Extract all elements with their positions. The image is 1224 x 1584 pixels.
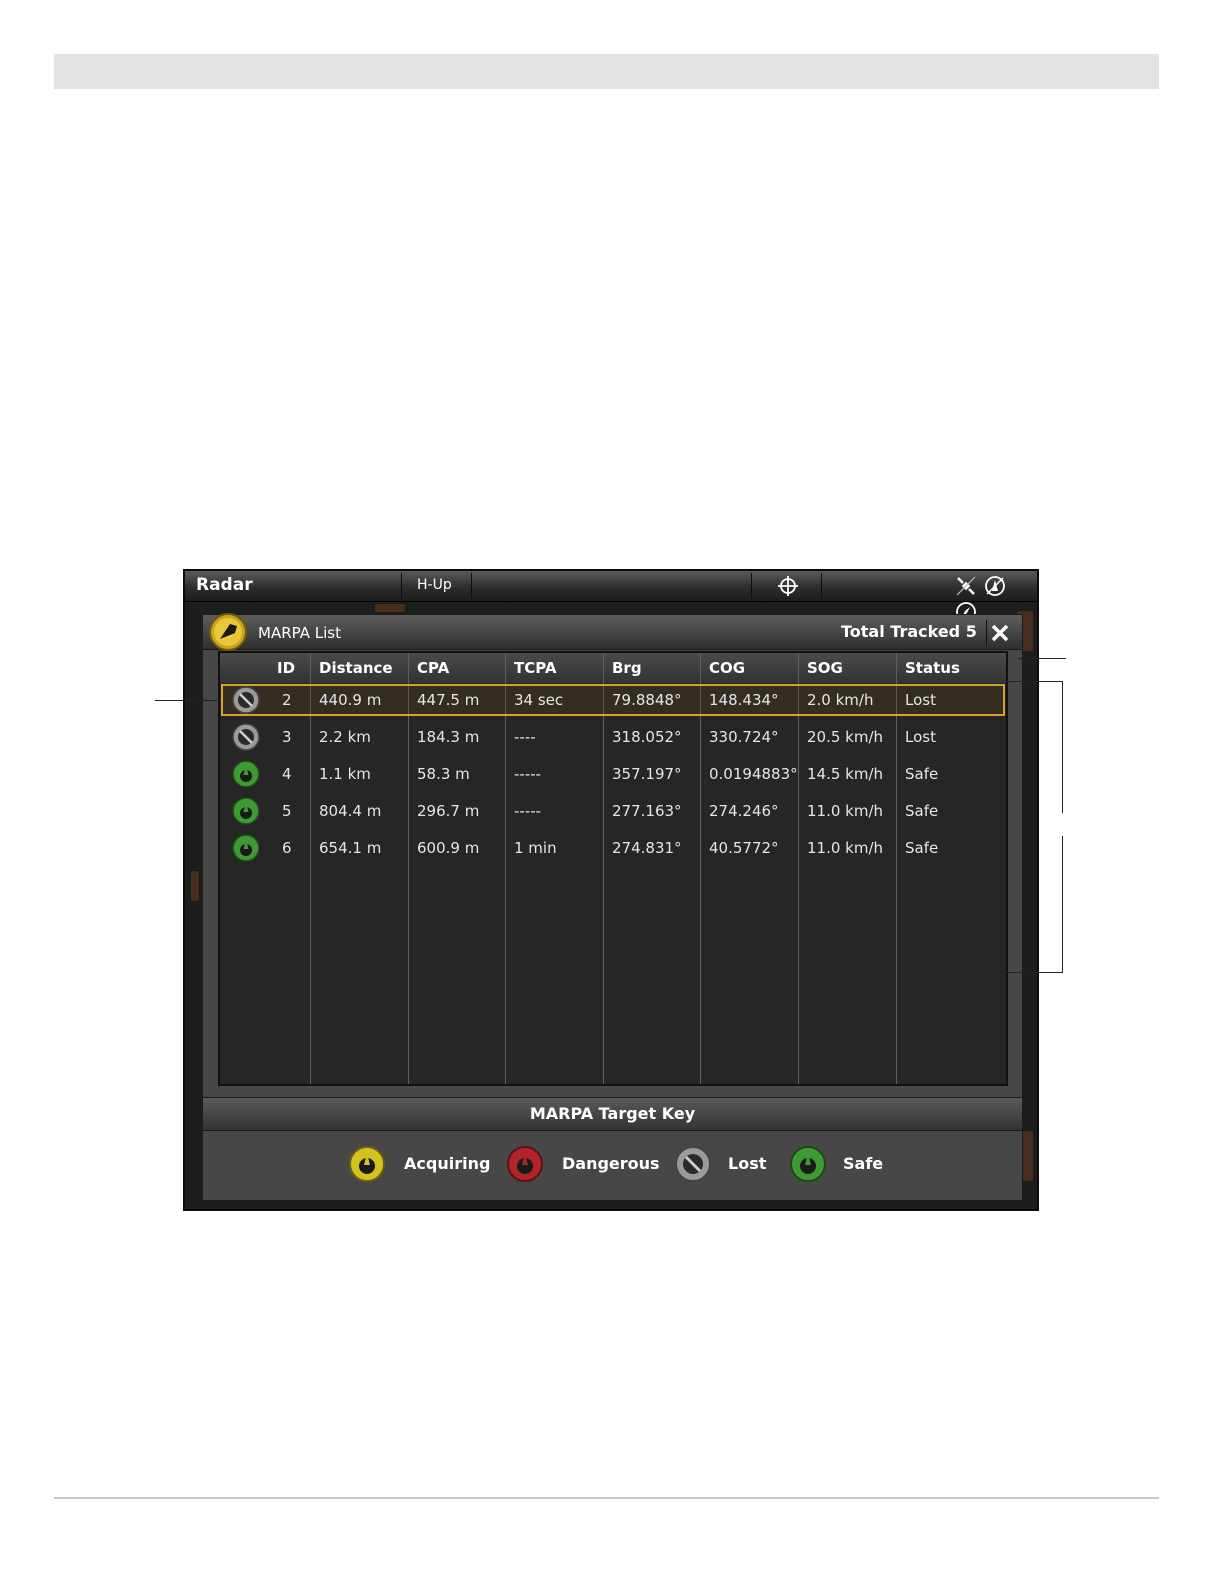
table-row[interactable]: 2 440.9 m 447.5 m 34 sec 79.8848° 148.434° 2.0… <box>220 682 1006 719</box>
cell-cog: 148.434° <box>709 691 779 709</box>
cell-status: Safe <box>905 802 939 820</box>
cell-distance: 654.1 m <box>319 839 382 857</box>
close-icon <box>991 624 1009 642</box>
status-icons <box>955 575 1037 622</box>
col-header-cpa[interactable]: CPA <box>417 659 449 677</box>
cell-brg: 318.052° <box>612 728 682 746</box>
cell-tcpa: ---- <box>514 728 536 746</box>
cell-tcpa: 34 sec <box>514 691 564 709</box>
safe-target-icon <box>232 834 260 862</box>
cell-id: 6 <box>282 839 292 857</box>
divider <box>751 573 752 599</box>
cell-distance: 2.2 km <box>319 728 371 746</box>
table-row[interactable]: 5 804.4 m 296.7 m ----- 277.163° 274.246° 11.0… <box>220 793 1006 830</box>
cell-tcpa: 1 min <box>514 839 557 857</box>
col-header-tcpa[interactable]: TCPA <box>514 659 556 677</box>
title-bar: Radar H-Up <box>185 571 1037 622</box>
key-label-acquiring: Acquiring <box>404 1154 491 1173</box>
cell-id: 2 <box>282 691 292 709</box>
target-key-bar: MARPA Target Key <box>203 1097 1022 1131</box>
cell-id: 4 <box>282 765 292 783</box>
cell-cpa: 600.9 m <box>417 839 480 857</box>
cell-status: Safe <box>905 765 939 783</box>
callout-line <box>1018 658 1066 659</box>
cell-brg: 79.8848° <box>612 691 682 709</box>
col-header-distance[interactable]: Distance <box>319 659 393 677</box>
cell-sog: 11.0 km/h <box>807 839 884 857</box>
page-footer-rule <box>54 1497 1159 1499</box>
cell-cog: 40.5772° <box>709 839 779 857</box>
divider <box>401 573 402 599</box>
panel-title-bar: MARPA List Total Tracked 5 <box>203 613 1022 651</box>
safe-target-icon <box>232 760 260 788</box>
cell-cog: 330.724° <box>709 728 779 746</box>
radar-return <box>375 604 405 612</box>
callout-line <box>1006 972 1063 973</box>
cell-cpa: 184.3 m <box>417 728 480 746</box>
cell-cpa: 447.5 m <box>417 691 480 709</box>
lost-target-icon <box>232 686 260 714</box>
key-label-safe: Safe <box>843 1154 884 1173</box>
acquiring-target-icon <box>349 1146 385 1182</box>
col-header-id[interactable]: ID <box>277 659 295 677</box>
crosshair-icon[interactable] <box>777 575 799 597</box>
radar-return <box>191 871 199 901</box>
marpa-icon <box>209 613 247 651</box>
key-label-lost: Lost <box>728 1154 767 1173</box>
cell-status: Safe <box>905 839 939 857</box>
callout-line <box>1062 681 1063 813</box>
col-header-cog[interactable]: COG <box>709 659 745 677</box>
cell-brg: 357.197° <box>612 765 682 783</box>
page-header-band <box>54 54 1159 89</box>
cell-sog: 11.0 km/h <box>807 802 884 820</box>
callout-line <box>155 700 220 701</box>
lost-target-icon <box>675 1146 711 1182</box>
cell-distance: 804.4 m <box>319 802 382 820</box>
table-header: ID Distance CPA TCPA Brg COG SOG Status <box>220 653 1006 683</box>
cell-cog: 0.0194883° <box>709 765 798 783</box>
col-header-sog[interactable]: SOG <box>807 659 843 677</box>
cell-status: Lost <box>905 728 936 746</box>
lost-target-icon <box>232 723 260 751</box>
col-header-brg[interactable]: Brg <box>612 659 642 677</box>
table-row[interactable]: 4 1.1 km 58.3 m ----- 357.197° 0.0194883° 14.5… <box>220 756 1006 793</box>
cell-cpa: 58.3 m <box>417 765 470 783</box>
gps-icon <box>956 576 976 596</box>
radar-screen: Radar H-Up MARPA List Total Tracked 5 ID… <box>183 569 1039 1211</box>
target-key-title: MARPA Target Key <box>529 1104 696 1123</box>
divider <box>471 573 472 599</box>
marpa-list-panel: MARPA List Total Tracked 5 ID Distance C… <box>202 613 1023 1201</box>
cell-id: 3 <box>282 728 292 746</box>
cell-cog: 274.246° <box>709 802 779 820</box>
cell-distance: 1.1 km <box>319 765 371 783</box>
key-label-dangerous: Dangerous <box>562 1154 660 1173</box>
table-row[interactable]: 6 654.1 m 600.9 m 1 min 274.831° 40.5772° 11.0… <box>220 830 1006 867</box>
col-header-status[interactable]: Status <box>905 659 960 677</box>
divider <box>821 573 822 599</box>
mode-label[interactable]: H-Up <box>417 577 452 593</box>
cell-sog: 20.5 km/h <box>807 728 884 746</box>
safe-target-icon <box>232 797 260 825</box>
callout-line <box>1062 836 1063 973</box>
app-title: Radar <box>196 575 253 595</box>
table-row[interactable]: 3 2.2 km 184.3 m ---- 318.052° 330.724° 20.5 k… <box>220 719 1006 756</box>
marpa-table: ID Distance CPA TCPA Brg COG SOG Status … <box>218 651 1008 1086</box>
total-tracked-label: Total Tracked 5 <box>841 622 977 641</box>
cell-distance: 440.9 m <box>319 691 382 709</box>
safe-target-icon <box>790 1146 826 1182</box>
cell-tcpa: ----- <box>514 802 542 820</box>
heading-icon <box>985 576 1005 596</box>
cell-brg: 277.163° <box>612 802 682 820</box>
cell-cpa: 296.7 m <box>417 802 480 820</box>
cell-tcpa: ----- <box>514 765 542 783</box>
dangerous-target-icon <box>507 1146 543 1182</box>
panel-title: MARPA List <box>258 624 341 642</box>
cell-status: Lost <box>905 691 936 709</box>
cell-brg: 274.831° <box>612 839 682 857</box>
cell-id: 5 <box>282 802 292 820</box>
close-button[interactable] <box>986 620 1013 646</box>
cell-sog: 14.5 km/h <box>807 765 884 783</box>
callout-line <box>1006 681 1063 682</box>
cell-sog: 2.0 km/h <box>807 691 874 709</box>
